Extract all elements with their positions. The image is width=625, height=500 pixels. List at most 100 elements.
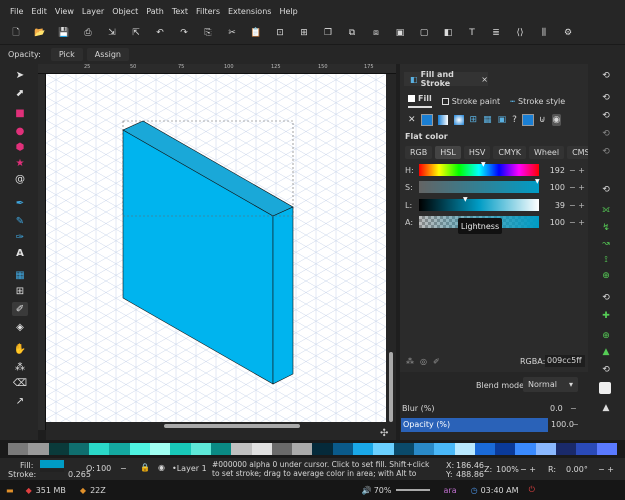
snap-page-border-icon[interactable]: ▲ [599, 402, 613, 414]
palette-swatch[interactable] [210, 443, 232, 455]
hue-value[interactable]: 192 [543, 166, 565, 175]
palette-swatch[interactable] [312, 443, 333, 455]
clone-icon[interactable]: ⧉ [344, 25, 360, 41]
rgba-input[interactable]: 009cc5ff [545, 355, 585, 367]
mode-hsl[interactable]: HSL [435, 146, 461, 159]
horizontal-scrollbar[interactable]: ✣ [46, 422, 396, 440]
swatch-icon[interactable]: ▣ [498, 115, 507, 125]
print-icon[interactable]: ⎙ [80, 25, 96, 41]
group-icon[interactable]: ▣ [392, 25, 408, 41]
menu-path[interactable]: Path [146, 7, 164, 16]
dropper-tool-icon[interactable]: ✐ [12, 302, 28, 316]
snap-page-icon[interactable]: ▲ [599, 346, 613, 358]
undo-icon[interactable]: ↶ [152, 25, 168, 41]
no-paint-icon[interactable]: ✕ [408, 115, 416, 125]
redo-icon[interactable]: ↷ [176, 25, 192, 41]
snap-midpoint-icon[interactable]: ⟲ [599, 146, 613, 158]
open-icon[interactable]: 📂 [32, 25, 48, 41]
palette-swatch[interactable] [596, 443, 617, 455]
vertical-scrollbar[interactable] [386, 74, 396, 422]
hue-slider-thumb[interactable]: ▼ [481, 161, 486, 168]
horizontal-scroll-thumb[interactable] [164, 424, 300, 428]
preferences-icon[interactable]: ⚙ [560, 25, 576, 41]
palette-swatch[interactable] [434, 443, 455, 455]
3d-box-tool-icon[interactable]: ⬢ [12, 140, 28, 154]
palette-swatch[interactable] [332, 443, 354, 455]
assign-button[interactable]: Assign [86, 48, 129, 61]
snap-grid-icon[interactable] [599, 382, 611, 394]
snap-text-baseline-icon[interactable]: ✚ [599, 310, 613, 322]
snap-intersection-icon[interactable]: ↯ [599, 222, 613, 234]
palette-swatch[interactable] [231, 443, 252, 455]
paste-icon[interactable]: 📋 [248, 25, 264, 41]
linear-gradient-icon[interactable] [437, 115, 448, 125]
palette-swatch[interactable] [190, 443, 211, 455]
palette-swatch[interactable] [535, 443, 557, 455]
palette-swatch[interactable] [271, 443, 293, 455]
snap-cusp-icon[interactable]: ⟟ [599, 254, 613, 266]
palette-swatch[interactable] [109, 443, 130, 455]
zoom-drawing-icon[interactable]: ⊞ [296, 25, 312, 41]
snap-others-icon[interactable]: ⟲ [599, 292, 613, 304]
opacity-value[interactable]: 100.0 [551, 420, 574, 429]
zoom-selection-icon[interactable]: ⊡ [272, 25, 288, 41]
duplicate-icon[interactable]: ❐ [320, 25, 336, 41]
menu-object[interactable]: Object [112, 7, 138, 16]
lightness-slider[interactable]: ▼ [419, 196, 539, 211]
xml-editor-icon[interactable]: ⟨⟩ [512, 25, 528, 41]
opacity-stepper[interactable]: − [572, 420, 579, 429]
star-tool-icon[interactable]: ★ [12, 156, 28, 170]
rotation-stepper[interactable]: − + [598, 465, 614, 474]
mode-cmyk[interactable]: CMYK [493, 146, 527, 159]
palette-swatch[interactable] [576, 443, 597, 455]
snap-center-icon[interactable]: ⊕ [599, 270, 613, 282]
mode-hsv[interactable]: HSV [463, 146, 491, 159]
palette-swatch[interactable] [170, 443, 191, 455]
snap-edge-icon[interactable]: ⟲ [599, 110, 613, 122]
mode-wheel[interactable]: Wheel [529, 146, 565, 159]
pen-tool-icon[interactable]: ✒ [12, 196, 28, 210]
export-icon[interactable]: ⇱ [128, 25, 144, 41]
gradient-tool-icon[interactable]: ▦ [12, 268, 28, 282]
lightness-value[interactable]: 39 [543, 201, 565, 210]
radial-gradient-icon[interactable] [453, 115, 464, 125]
menu-view[interactable]: View [55, 7, 74, 16]
volume-slider[interactable] [395, 489, 430, 491]
snap-toggle-icon[interactable]: ⟲ [599, 70, 613, 82]
save-icon[interactable]: 💾 [56, 25, 72, 41]
layer-select[interactable]: •Layer 1 [172, 464, 207, 473]
hue-stepper[interactable]: − + [569, 166, 585, 175]
picker-icon[interactable]: ✐ [433, 357, 440, 366]
stroke-paint-tab[interactable]: Stroke paint [441, 97, 500, 106]
fill-rule-nonzero-icon[interactable]: ◉ [551, 114, 562, 126]
align-icon[interactable]: ⫼ [536, 25, 552, 41]
vertical-scroll-thumb[interactable] [389, 352, 393, 422]
palette-swatch[interactable] [474, 443, 496, 455]
rectangle-tool-icon[interactable]: ■ [12, 106, 28, 120]
dialog-tab[interactable]: ◧ Fill and Stroke × [404, 70, 488, 88]
alpha-stepper[interactable]: − + [569, 218, 585, 227]
mesh-gradient-icon[interactable]: ⊞ [470, 115, 478, 125]
text-font-icon[interactable]: T [464, 25, 480, 41]
saturation-slider[interactable]: ▼ [419, 178, 540, 193]
palette-swatch[interactable] [373, 443, 394, 455]
palette-swatch[interactable] [413, 443, 435, 455]
lightness-stepper[interactable]: − + [569, 201, 585, 210]
blend-mode-select[interactable]: Normal ▾ [523, 377, 578, 392]
alpha-value[interactable]: 100 [543, 218, 565, 227]
blur-stepper[interactable]: − [570, 404, 577, 413]
new-document-icon[interactable]: 🗋 [8, 25, 24, 41]
visibility-icon[interactable]: ◉ [158, 463, 165, 472]
palette-swatch[interactable] [292, 443, 313, 455]
calligraphy-tool-icon[interactable]: ✑ [12, 230, 28, 244]
flat-color-icon[interactable] [420, 114, 433, 126]
stroke-style-tab[interactable]: ┅ Stroke style [510, 97, 565, 106]
canvas-rotate-icon[interactable]: ✣ [380, 428, 388, 439]
import-icon[interactable]: ⇲ [104, 25, 120, 41]
opacity-slider[interactable]: Opacity (%) [401, 418, 548, 432]
snap-corner-icon[interactable]: ⟲ [599, 128, 613, 140]
snap-rotation-center-icon[interactable]: ⊕ [599, 330, 613, 342]
eraser-tool-icon[interactable]: ⌫ [12, 376, 28, 390]
lock-icon[interactable]: 🔒 [140, 463, 150, 472]
palette-swatch[interactable] [150, 443, 171, 455]
